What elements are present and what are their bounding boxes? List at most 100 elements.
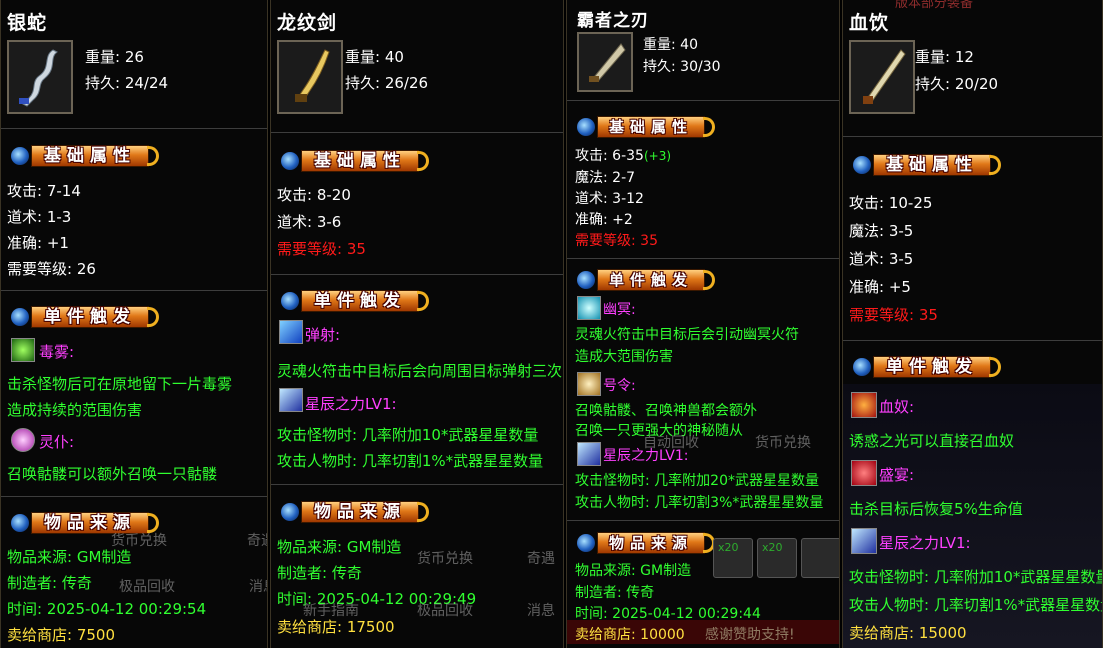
- skill-name-spirit: 灵仆:: [39, 433, 75, 451]
- skill-name-blood-slave: 血奴:: [879, 398, 915, 416]
- stat-required-level: 需要等级: 35: [277, 240, 366, 258]
- stat-attack-bonus: (+3): [643, 149, 672, 163]
- item-source: 物品来源: GM制造: [277, 538, 402, 556]
- adventure-bg: 奇遇: [527, 551, 555, 567]
- set-trigger-header: 单件触发: [851, 354, 1001, 380]
- stat-accuracy: 准确: +5: [849, 278, 911, 296]
- stat-attack: 攻击: 10-25: [849, 194, 933, 212]
- item-durability: 持久: 24/24: [85, 74, 169, 92]
- skill-desc-line: 灵魂火符击中目标后会向周围目标弹射三次: [277, 362, 563, 380]
- item-maker: 制造者: 传奇: [277, 564, 362, 582]
- gold-exchange-bg: 货币兑换: [417, 551, 473, 567]
- adventure-bg: 奇遇: [247, 533, 267, 549]
- overlord-blade-icon: [589, 43, 626, 82]
- dragon-sword-icon: [295, 49, 330, 102]
- nether-skill-icon: [577, 296, 601, 320]
- star-power-icon: [851, 528, 877, 554]
- skill-name-bounce: 弹射:: [305, 326, 341, 344]
- top-partial-bg: 版本部分装备: [895, 0, 974, 11]
- base-attributes-header: 基础属性: [851, 152, 1001, 178]
- skill-name-command: 号令:: [603, 378, 636, 394]
- skill-name-poison: 毒雾:: [39, 343, 75, 361]
- stat-required-level: 需要等级: 26: [7, 260, 96, 278]
- stat-taoism: 道术: 3-6: [277, 213, 342, 231]
- inventory-slot[interactable]: x20: [757, 538, 797, 578]
- feast-skill-icon: [851, 460, 877, 486]
- stat-taoism: 道术: 3-5: [849, 250, 914, 268]
- command-skill-icon: [577, 372, 601, 396]
- skill-desc-line: 攻击怪物时: 几率附加10*武器星星数量: [277, 426, 539, 444]
- item-name: 血饮: [849, 12, 890, 34]
- item-durability: 持久: 20/20: [915, 75, 999, 93]
- item-time: 时间: 2025-04-12 00:29:54: [7, 600, 207, 618]
- stat-attack: 攻击: 7-14: [7, 182, 81, 200]
- set-trigger-header: 单件触发: [9, 304, 159, 330]
- premium-recycle-bg: 极品回收: [417, 603, 473, 619]
- item-weight: 重量: 12: [915, 48, 974, 66]
- item-sell-price: 卖给商店: 17500: [277, 618, 395, 636]
- star-power-icon: [577, 442, 601, 466]
- stat-magic: 魔法: 3-5: [849, 222, 914, 240]
- skill-desc-line: 击杀目标后恢复5%生命值: [849, 500, 1023, 518]
- blood-drinker-icon: [863, 49, 906, 104]
- stat-magic: 魔法: 2-7: [575, 170, 636, 186]
- spirit-skill-icon: [11, 428, 35, 452]
- item-weight: 重量: 26: [85, 48, 144, 66]
- skill-desc-line: 击杀怪物后可在原地留下一片毒雾: [7, 375, 233, 393]
- item-name: 龙纹剑: [277, 12, 338, 34]
- item-source: 物品来源: GM制造: [7, 548, 132, 566]
- stat-accuracy: 准确: +2: [575, 212, 633, 228]
- message-bg: 消息: [527, 603, 555, 619]
- skill-desc-line: 攻击怪物时: 几率附加20*武器星星数量: [575, 473, 819, 489]
- gold-exchange-bg: 货币兑换: [755, 435, 811, 451]
- skill-name-star-power: 星辰之力LV1:: [305, 395, 397, 413]
- item-tooltip-xueyin: 版本部分装备 血饮 重量: 12 持久: 20/20 基础属性 攻击: 10-2…: [842, 0, 1103, 648]
- skill-desc-line: 诱惑之光可以直接召血奴: [849, 432, 1015, 450]
- stat-attack: 攻击: 8-20: [277, 186, 351, 204]
- stat-required-level: 需要等级: 35: [849, 306, 938, 324]
- sponsor-thanks-bg: 感谢赞助支持!: [705, 627, 795, 643]
- skill-desc-line: 造成大范围伤害: [575, 349, 673, 365]
- base-attributes-header: 基础属性: [575, 114, 715, 140]
- stat-taoism: 道术: 3-12: [575, 191, 644, 207]
- item-icon-slot: [277, 40, 343, 114]
- set-trigger-header: 单件触发: [279, 288, 429, 314]
- skill-desc-line: 攻击人物时: 几率切割1%*武器星星数量: [849, 596, 1103, 614]
- item-durability: 持久: 26/26: [345, 74, 429, 92]
- stat-required-level: 需要等级: 35: [575, 233, 658, 249]
- item-icon-slot: [849, 40, 915, 114]
- inventory-slot[interactable]: x20: [713, 538, 753, 578]
- item-source-header: 物品来源: [575, 530, 715, 556]
- star-power-icon: [279, 388, 303, 412]
- item-source: 物品来源: GM制造: [575, 563, 692, 579]
- item-source-header: 物品来源: [279, 499, 429, 525]
- skill-name-star-power: 星辰之力LV1:: [603, 448, 689, 464]
- item-weight: 重量: 40: [643, 37, 698, 53]
- item-sell-price: 卖给商店: 10000: [575, 627, 685, 643]
- set-trigger-header: 单件触发: [575, 267, 715, 293]
- item-tooltip-yinshe: 银蛇 重量: 26 持久: 24/24 基础属性 攻击: 7-14 道术: 1-…: [0, 0, 268, 648]
- base-attributes-header: 基础属性: [279, 148, 429, 174]
- poison-skill-icon: [11, 338, 35, 362]
- skill-desc-line: 攻击人物时: 几率切割1%*武器星星数量: [277, 452, 544, 470]
- base-attributes-header: 基础属性: [9, 143, 159, 169]
- skill-name-nether: 幽冥:: [603, 302, 636, 318]
- bounce-skill-icon: [279, 320, 303, 344]
- message-bg: 消息: [249, 579, 267, 595]
- item-icon-slot: [577, 32, 633, 92]
- item-maker: 制造者: 传奇: [575, 585, 655, 601]
- item-tooltip-longwenjian: 龙纹剑 重量: 40 持久: 26/26 基础属性 攻击: 8-20 道术: 3…: [270, 0, 564, 648]
- skill-desc-line: 召唤骷髅可以额外召唤一只骷髅: [7, 465, 218, 483]
- stat-taoism: 道术: 1-3: [7, 208, 72, 226]
- item-durability: 持久: 30/30: [643, 59, 721, 75]
- serpent-blade-icon: [19, 49, 58, 107]
- blood-slave-icon: [851, 392, 877, 418]
- inventory-slot[interactable]: [801, 538, 839, 578]
- item-tooltip-bazhezhiren: 霸者之刃 重量: 40 持久: 30/30 基础属性 攻击: 6-35(+3) …: [566, 0, 840, 648]
- skill-name-feast: 盛宴:: [879, 466, 915, 484]
- skill-name-star-power: 星辰之力LV1:: [879, 534, 971, 552]
- stat-accuracy: 准确: +1: [7, 234, 69, 252]
- item-maker: 制造者: 传奇: [7, 574, 92, 592]
- skill-desc-line: 攻击人物时: 几率切割3%*武器星星数量: [575, 495, 824, 511]
- item-weight: 重量: 40: [345, 48, 404, 66]
